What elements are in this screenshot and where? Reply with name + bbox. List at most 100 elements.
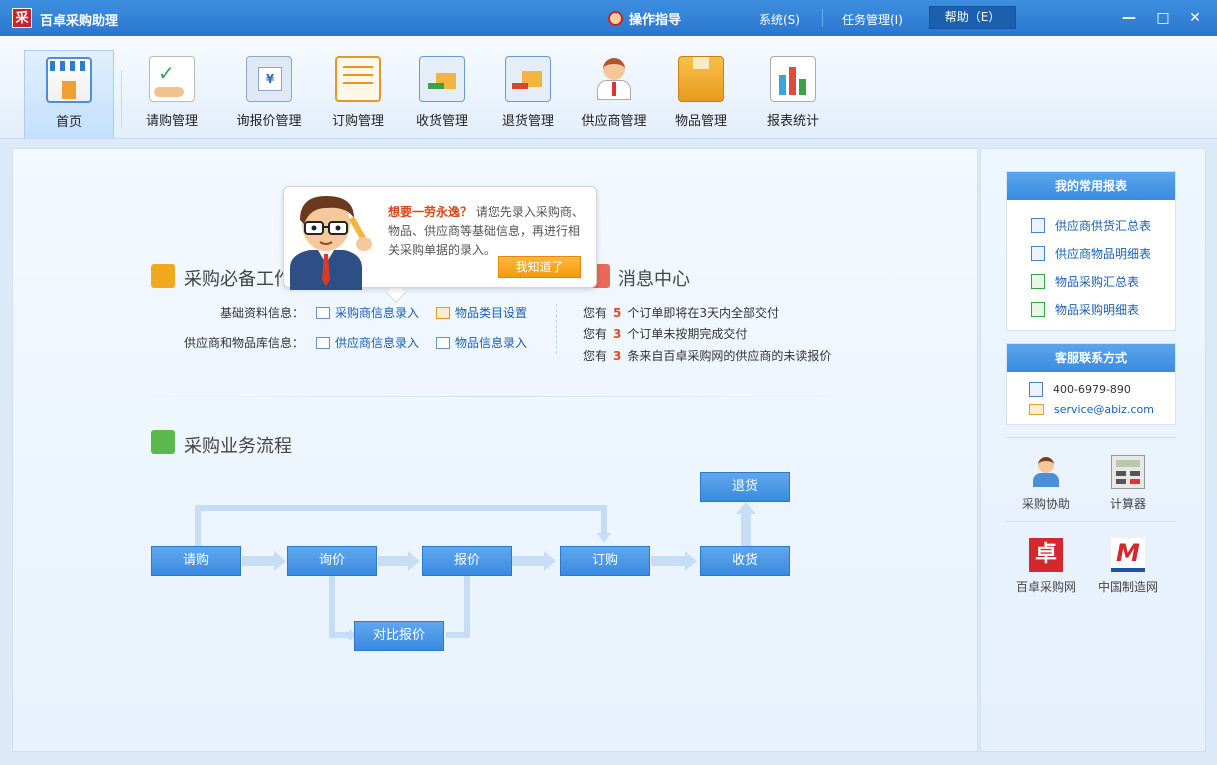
menu-tasks[interactable]: 任务管理(I) (842, 11, 903, 28)
menu-system[interactable]: 系统(S) (759, 11, 800, 28)
message-prefix: 您有 (583, 349, 608, 363)
horizontal-divider (130, 396, 860, 397)
tool-goods[interactable]: 物品管理 (656, 50, 746, 138)
flow-return-button[interactable]: 退货 (700, 472, 790, 502)
supplier-icon (591, 56, 637, 102)
assistant-avatar (290, 196, 372, 290)
tooltip-text: 想要一劳永逸？ 请您先录入采购商、物品、供应商等基础信息，再进行相关采购单据的录… (388, 203, 588, 260)
report-label: 物品采购明细表 (1055, 303, 1140, 317)
goods-icon (678, 56, 724, 102)
report-label: 供应商供货汇总表 (1055, 219, 1152, 233)
tool-label: 首页 (55, 115, 82, 130)
flow-request-button[interactable]: 请购 (151, 546, 241, 576)
basic-info-label: 基础资料信息： (220, 306, 305, 320)
supplier-info-link[interactable]: 供应商信息录入 (316, 334, 419, 351)
flow-receive-button[interactable]: 收货 (700, 546, 790, 576)
phone-icon (1029, 382, 1043, 397)
tool-supplier[interactable]: 供应商管理 (569, 50, 659, 138)
arrow-right-icon (544, 551, 556, 571)
tool-quote[interactable]: ¥ 询报价管理 (224, 50, 314, 138)
report-label: 供应商物品明细表 (1055, 247, 1152, 261)
message-item[interactable]: 您有 3 条来自百卓采购网的供应商的未读报价 (583, 347, 831, 364)
abiz-site-link[interactable]: 卓 百卓采购网 (1010, 538, 1082, 595)
title-bar: 采 百卓采购助理 操作指导 系统(S) 任务管理(I) 帮助（E） — □ ✕ (0, 0, 1217, 36)
report-label: 物品采购汇总表 (1055, 275, 1140, 289)
flow-connector (446, 632, 470, 638)
category-icon (436, 306, 450, 319)
arrow-right-icon (685, 551, 697, 571)
flow-connector (329, 632, 351, 638)
report-doc-icon (1031, 218, 1045, 233)
flow-inquiry-button[interactable]: 询价 (287, 546, 377, 576)
tooltip-highlight: 想要一劳永逸？ (388, 205, 473, 219)
message-prefix: 您有 (583, 327, 608, 341)
maximize-icon[interactable]: □ (1153, 8, 1173, 28)
app-title: 百卓采购助理 (40, 14, 119, 29)
flow-quote-button[interactable]: 报价 (422, 546, 512, 576)
flow-arrow (378, 556, 410, 566)
request-icon: ✓ (149, 56, 195, 102)
report-link[interactable]: 供应商物品明细表 (1031, 245, 1151, 262)
report-link[interactable]: 物品采购汇总表 (1031, 273, 1139, 290)
order-icon (335, 56, 381, 102)
tool-request[interactable]: ✓ 请购管理 (127, 50, 217, 138)
message-prefix: 您有 (583, 306, 608, 320)
arrow-right-icon (274, 551, 286, 571)
guide-button[interactable]: 操作指导 (608, 9, 681, 28)
tool-receive[interactable]: 收货管理 (397, 50, 487, 138)
flow-compare-button[interactable]: 对比报价 (354, 621, 444, 651)
mail-icon (1029, 404, 1044, 415)
tool-label: 供应商管理 (581, 114, 647, 129)
flow-connector (601, 505, 607, 535)
report-link[interactable]: 物品采购明细表 (1031, 301, 1139, 318)
category-setting-link[interactable]: 物品类目设置 (436, 304, 527, 321)
email-address[interactable]: service@abiz.com (1054, 403, 1154, 416)
buyer-info-link[interactable]: 采购商信息录入 (316, 304, 419, 321)
site-label: 百卓采购网 (1015, 580, 1076, 594)
supplier-goods-label: 供应商和物品库信息： (184, 336, 305, 350)
message-item[interactable]: 您有 3 个订单未按期完成交付 (583, 325, 747, 342)
tool-home[interactable]: 首页 (24, 50, 114, 138)
flow-title: 采购业务流程 (184, 436, 292, 457)
app-logo-icon: 采 (12, 8, 32, 28)
toolbar-divider (121, 70, 122, 128)
goods-info-link[interactable]: 物品信息录入 (436, 334, 527, 351)
guide-label: 操作指导 (629, 13, 682, 28)
receive-icon (419, 56, 465, 102)
report-doc-icon (1031, 246, 1045, 261)
briefcase-icon (151, 264, 175, 288)
calculator-icon (1111, 455, 1145, 489)
link-label: 物品信息录入 (455, 336, 528, 350)
made-in-china-logo-icon: M (1111, 538, 1145, 572)
made-in-china-link[interactable]: M 中国制造网 (1092, 538, 1164, 595)
message-text: 个订单即将在3天内全部交付 (627, 306, 780, 320)
report-link[interactable]: 供应商供货汇总表 (1031, 217, 1151, 234)
phone-row: 400-6979-890 (1029, 382, 1131, 397)
tool-label: 采购协助 (1021, 497, 1070, 511)
tool-report[interactable]: 报表统计 (748, 50, 838, 138)
site-label: 中国制造网 (1097, 580, 1158, 594)
right-divider (1006, 521, 1176, 522)
calculator-button[interactable]: 计算器 (1092, 455, 1164, 512)
purchase-assist-button[interactable]: 采购协助 (1010, 455, 1082, 512)
menu-help[interactable]: 帮助（E） (929, 6, 1016, 29)
got-it-button[interactable]: 我知道了 (498, 256, 581, 278)
tool-return[interactable]: 退货管理 (483, 50, 573, 138)
flow-order-button[interactable]: 订购 (560, 546, 650, 576)
message-text: 条来自百卓采购网的供应商的未读报价 (627, 349, 832, 363)
close-icon[interactable]: ✕ (1185, 8, 1205, 28)
right-divider (1006, 437, 1176, 438)
abiz-logo-icon: 卓 (1029, 538, 1063, 572)
tool-label: 报表统计 (766, 114, 819, 129)
report-doc-icon (1031, 302, 1045, 317)
form-icon (436, 336, 450, 349)
flow-connector (741, 512, 751, 547)
tool-order[interactable]: 订购管理 (313, 50, 403, 138)
minimize-icon[interactable]: — (1119, 8, 1139, 28)
flow-connector (195, 505, 201, 547)
email-row[interactable]: service@abiz.com (1029, 403, 1154, 416)
message-text: 个订单未按期完成交付 (627, 327, 748, 341)
flow-connector (329, 576, 335, 638)
message-count: 5 (613, 306, 622, 320)
message-item[interactable]: 您有 5 个订单即将在3天内全部交付 (583, 304, 779, 321)
